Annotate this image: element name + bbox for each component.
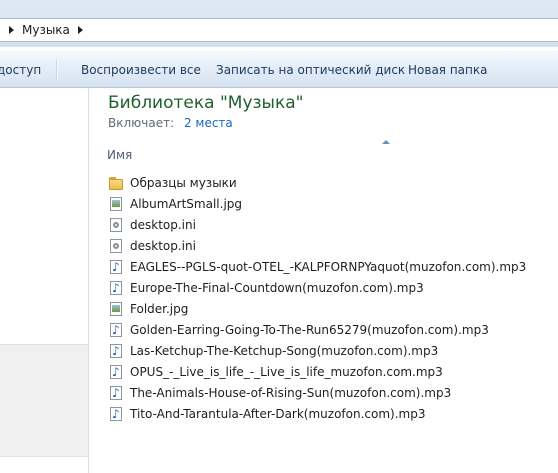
file-name: desktop.ini: [130, 238, 196, 253]
file-name: Golden-Earring-Going-To-The-Run65279(muz…: [130, 322, 489, 337]
locations-link[interactable]: 2 места: [184, 116, 233, 130]
audio-file-icon: ♪: [108, 343, 124, 359]
list-item[interactable]: AlbumArtSmall.jpg: [108, 193, 548, 214]
image-file-icon: [108, 196, 124, 212]
breadcrumb-chevron-icon[interactable]: [77, 26, 83, 34]
list-item[interactable]: ♪ EAGLES--PGLS-quot-OTEL_-KALPFORNPYaquo…: [108, 256, 548, 277]
file-name: The-Animals-House-of-Rising-Sun(muzofon.…: [130, 385, 452, 400]
file-list: Образцы музыки AlbumArtSmall.jpg desktop…: [108, 172, 548, 424]
list-item[interactable]: desktop.ini: [108, 214, 548, 235]
file-name: desktop.ini: [130, 217, 196, 232]
address-bar-area: Музыка: [0, 0, 558, 47]
list-item[interactable]: ♪ The-Animals-House-of-Rising-Sun(muzofo…: [108, 382, 548, 403]
settings-file-icon: [108, 238, 124, 254]
address-bar[interactable]: Музыка: [0, 18, 558, 42]
settings-file-icon: [108, 217, 124, 233]
list-item[interactable]: Folder.jpg: [108, 298, 548, 319]
play-all-button[interactable]: Воспроизвести все: [81, 63, 201, 77]
file-name: Образцы музыки: [130, 175, 237, 190]
audio-file-icon: ♪: [108, 385, 124, 401]
nav-selected-band[interactable]: [0, 344, 88, 457]
command-toolbar: доступ Воспроизвести все Записать на опт…: [0, 51, 558, 88]
audio-file-icon: ♪: [108, 364, 124, 380]
share-button[interactable]: доступ: [0, 63, 41, 77]
library-title: Библиотека "Музыка": [108, 93, 304, 113]
file-name: Folder.jpg: [130, 301, 189, 316]
list-item[interactable]: Образцы музыки: [108, 172, 548, 193]
file-name: EAGLES--PGLS-quot-OTEL_-KALPFORNPYaquot(…: [130, 259, 527, 274]
folder-icon: [108, 175, 124, 191]
file-name: Europe-The-Final-Countdown(muzofon.com).…: [130, 280, 424, 295]
breadcrumb-arrow-icon[interactable]: [9, 26, 14, 34]
burn-to-disc-button[interactable]: Записать на оптический диск: [216, 63, 405, 77]
column-header[interactable]: Имя: [92, 139, 558, 169]
list-item[interactable]: ♪ Europe-The-Final-Countdown(muzofon.com…: [108, 277, 548, 298]
audio-file-icon: ♪: [108, 322, 124, 338]
file-name: Las-Ketchup-The-Ketchup-Song(muzofon.com…: [130, 343, 439, 358]
list-item[interactable]: ♪ Las-Ketchup-The-Ketchup-Song(muzofon.c…: [108, 340, 548, 361]
list-item[interactable]: ♪ OPUS_-_Live_is_life_-_Live_is_life_muz…: [108, 361, 548, 382]
file-name: OPUS_-_Live_is_life_-_Live_is_life_muzof…: [130, 364, 443, 379]
list-item[interactable]: ♪ Golden-Earring-Going-To-The-Run65279(m…: [108, 319, 548, 340]
breadcrumb-music[interactable]: Музыка: [22, 23, 70, 37]
file-name: AlbumArtSmall.jpg: [130, 196, 243, 211]
navigation-pane[interactable]: [0, 88, 89, 473]
includes-label: Включает:: [108, 116, 175, 130]
column-name-header[interactable]: Имя: [107, 148, 132, 162]
file-name: Tito-And-Tarantula-After-Dark(muzofon.co…: [130, 406, 426, 421]
audio-file-icon: ♪: [108, 280, 124, 296]
image-file-icon: [108, 301, 124, 317]
sort-up-icon: [382, 140, 390, 144]
audio-file-icon: ♪: [108, 259, 124, 275]
audio-file-icon: ♪: [108, 406, 124, 422]
toolbar-divider: [56, 60, 58, 80]
list-item[interactable]: desktop.ini: [108, 235, 548, 256]
new-folder-button[interactable]: Новая папка: [408, 63, 487, 77]
list-item[interactable]: ♪ Tito-And-Tarantula-After-Dark(muzofon.…: [108, 403, 548, 424]
library-includes: Включает: 2 места: [108, 116, 233, 130]
